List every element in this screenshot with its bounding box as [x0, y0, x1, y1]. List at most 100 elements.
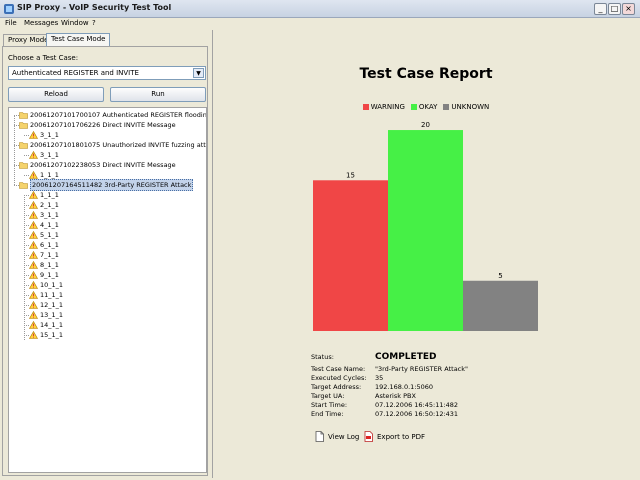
warning-icon: [29, 201, 38, 209]
test-case-select-value: Authenticated REGISTER and INVITE: [12, 69, 139, 77]
folder-icon: [19, 122, 28, 129]
report-field-row: Executed Cycles: 35: [311, 374, 611, 383]
view-log-label: View Log: [328, 433, 360, 441]
warning-icon: [29, 151, 38, 159]
app-icon: [4, 4, 14, 14]
folder-icon: [19, 112, 28, 119]
folder-icon: [19, 182, 28, 189]
tree-item-label: 20061207101706226 Direct INVITE Message: [30, 121, 176, 129]
bar-warning: [313, 180, 388, 331]
run-button[interactable]: Run: [110, 87, 206, 102]
chevron-down-icon[interactable]: ▼: [193, 68, 204, 78]
folder-icon: [19, 142, 28, 149]
bar-unknown: [463, 280, 538, 331]
report-field-row: Target Address: 192.168.0.1:5060: [311, 383, 611, 392]
bar-chart: 15 20 5: [313, 121, 538, 331]
report-field-row: End Time: 07.12.2006 16:50:12:431: [311, 410, 611, 419]
status-row: Status: COMPLETED: [311, 352, 611, 365]
warning-icon: [29, 211, 38, 219]
tree-item-label: 13_1_1: [40, 311, 64, 319]
tree-item-label: 20061207101801075 Unauthorized INVITE fu…: [30, 141, 207, 149]
field-value: 07.12.2006 16:45:11:482: [375, 401, 459, 409]
warning-icon: [29, 301, 38, 309]
warning-icon: [29, 281, 38, 289]
test-case-panel: Choose a Test Case: Authenticated REGIST…: [2, 46, 208, 476]
field-label: End Time:: [311, 410, 344, 418]
menu-help[interactable]: ?: [92, 19, 96, 27]
window-title: SIP Proxy - VoIP Security Test Tool: [17, 3, 172, 12]
reload-button[interactable]: Reload: [8, 87, 104, 102]
warning-icon: [29, 291, 38, 299]
field-value: 192.168.0.1:5060: [375, 383, 434, 391]
tree-connector: [14, 185, 19, 186]
field-value: 07.12.2006 16:50:12:431: [375, 410, 459, 418]
warning-icon: [29, 131, 38, 139]
warning-icon: [29, 171, 38, 179]
tree-item-label: 15_1_1: [40, 331, 64, 339]
tree-item-label: 3_1_1: [40, 151, 59, 159]
close-button[interactable]: ×: [622, 3, 635, 15]
field-value: Asterisk PBX: [375, 392, 416, 400]
field-label: Test Case Name:: [311, 365, 366, 373]
warning-icon: [29, 191, 38, 199]
tree-connector: [24, 135, 29, 136]
status-value: COMPLETED: [375, 352, 437, 362]
bar-value-label: 20: [421, 121, 430, 129]
field-value: "3rd-Party REGISTER Attack": [375, 365, 469, 373]
report-field-row: Start Time: 07.12.2006 16:45:11:482: [311, 401, 611, 410]
tree-item-label: 20061207101700107 Authenticated REGISTER…: [30, 111, 207, 119]
report-field-row: Target UA: Asterisk PBX: [311, 392, 611, 401]
tree-item-label: 1_1_1: [40, 191, 59, 199]
tree-item-label: 20061207102238053 Direct INVITE Message: [30, 161, 176, 169]
report-view: Test Case Report WARNING OKAY UNKNOWN 15 20…: [213, 30, 639, 478]
test-case-select[interactable]: Authenticated REGISTER and INVITE ▼: [8, 66, 206, 80]
left-pane: Proxy Mode Test Case Mode Choose a Test …: [0, 30, 210, 478]
warning-icon: [29, 241, 38, 249]
tree-connector: [24, 175, 29, 176]
warning-icon: [29, 231, 38, 239]
tree-item-label: 14_1_1: [40, 321, 64, 329]
tree-item-label: 9_1_1: [40, 271, 59, 279]
maximize-button[interactable]: □: [608, 3, 621, 15]
tree-item-label: 3_1_1: [40, 131, 59, 139]
warning-icon: [29, 331, 38, 339]
tree-item-label: 6_1_1: [40, 241, 59, 249]
field-label: Executed Cycles:: [311, 374, 367, 382]
bar-okay: [388, 130, 463, 331]
test-results-tree[interactable]: 20061207101700107 Authenticated REGISTER…: [8, 107, 207, 473]
tree-item-label: 7_1_1: [40, 251, 59, 259]
tree-item-label: 11_1_1: [40, 291, 64, 299]
field-label: Target UA:: [311, 392, 345, 400]
tree-item-label: 8_1_1: [40, 261, 59, 269]
field-value: 35: [375, 374, 384, 382]
tree-guide-line: [24, 195, 25, 340]
tab-test-case-mode[interactable]: Test Case Mode: [46, 33, 111, 47]
warning-icon: [29, 311, 38, 319]
warning-icon: [29, 321, 38, 329]
tree-guide-line: [14, 115, 15, 185]
menu-window[interactable]: Window: [61, 19, 89, 27]
menu-messages[interactable]: Messages: [24, 19, 58, 27]
folder-icon: [19, 162, 28, 169]
bar-value-label: 15: [346, 171, 355, 179]
tree-item-label: 2_1_1: [40, 201, 59, 209]
warning-icon: [29, 261, 38, 269]
menu-file[interactable]: File: [5, 19, 17, 27]
menu-bar: File Messages Window ?: [0, 18, 640, 30]
document-icon: [315, 431, 324, 442]
tree-item-label: 5_1_1: [40, 231, 59, 239]
right-pane: Test Case Report WARNING OKAY UNKNOWN 15 20…: [212, 30, 638, 478]
warning-icon: [29, 221, 38, 229]
tree-item-label: 10_1_1: [40, 281, 64, 289]
choose-test-case-label: Choose a Test Case:: [8, 54, 79, 62]
warning-icon: [29, 271, 38, 279]
tree-item-label: 3_1_1: [40, 211, 59, 219]
title-bar: SIP Proxy - VoIP Security Test Tool _ □ …: [0, 0, 640, 18]
tree-item-label: 12_1_1: [40, 301, 64, 309]
bar-value-label: 5: [498, 272, 502, 280]
warning-icon: [29, 251, 38, 259]
field-label: Target Address:: [311, 383, 362, 391]
minimize-button[interactable]: _: [594, 3, 607, 15]
export-pdf-label: Export to PDF: [377, 433, 426, 441]
pdf-icon: [364, 431, 373, 442]
